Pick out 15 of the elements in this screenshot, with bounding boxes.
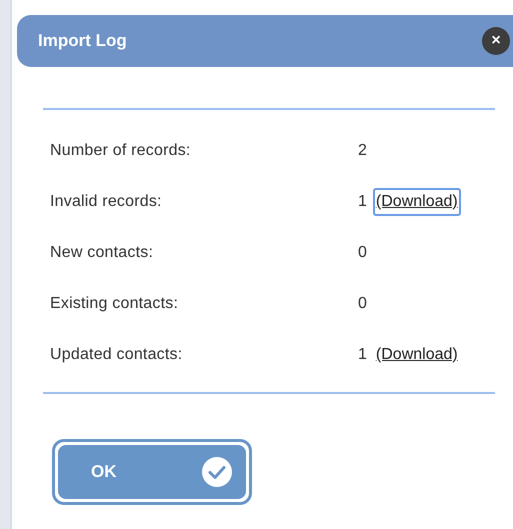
field-value: 1 bbox=[358, 345, 367, 365]
field-label: Updated contacts: bbox=[50, 345, 184, 365]
download-link[interactable]: (Download) bbox=[372, 341, 461, 369]
checkmark-icon bbox=[202, 457, 232, 487]
field-value: 1 bbox=[358, 192, 367, 212]
field-label: Existing contacts: bbox=[50, 294, 180, 314]
field-label: Invalid records: bbox=[50, 192, 163, 212]
field-value: 0 bbox=[358, 243, 367, 263]
download-link[interactable]: (Download) bbox=[372, 188, 461, 216]
dialog-title: Import Log bbox=[38, 30, 127, 52]
close-button[interactable]: × bbox=[482, 27, 510, 55]
field-label: New contacts: bbox=[50, 243, 154, 263]
field-value: 2 bbox=[358, 141, 367, 161]
field-label: Number of records: bbox=[50, 141, 192, 161]
field-value: 0 bbox=[358, 294, 367, 314]
